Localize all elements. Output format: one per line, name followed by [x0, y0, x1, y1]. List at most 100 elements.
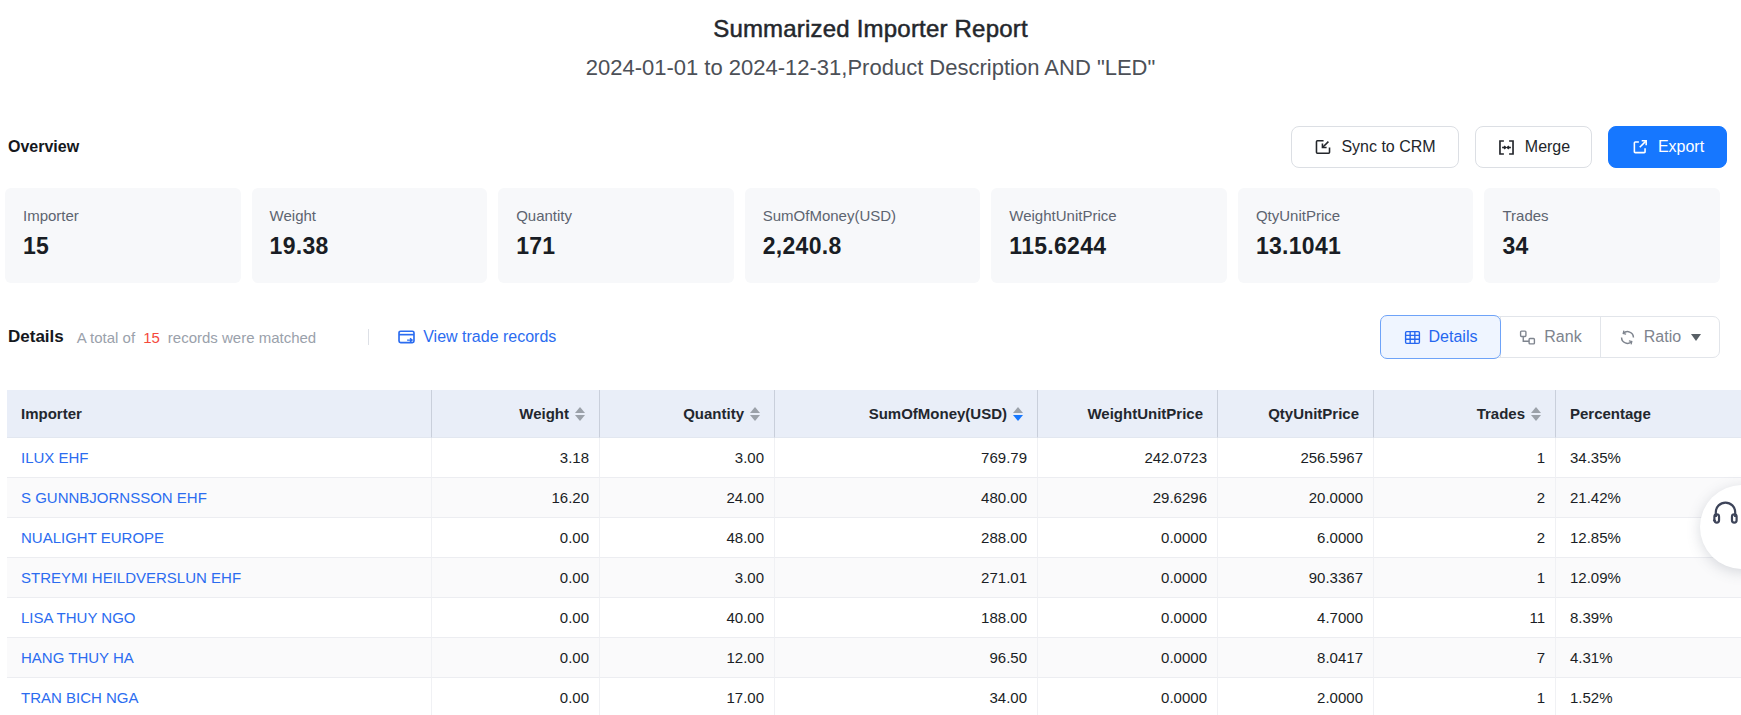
- trade-records-icon: [397, 328, 416, 347]
- cell-importer: LISA THUY NGO: [7, 598, 431, 638]
- stat-label: WeightUnitPrice: [1009, 207, 1209, 224]
- stat-label: Quantity: [516, 207, 716, 224]
- cell-sumofmoney-usd: 288.00: [774, 518, 1037, 558]
- tab-ratio-label: Ratio: [1644, 328, 1681, 346]
- cell-importer: TRAN BICH NGA: [7, 678, 431, 715]
- view-trade-records-link[interactable]: View trade records: [397, 328, 556, 347]
- cell-importer: STREYMI HEILDVERSLUN EHF: [7, 558, 431, 598]
- cell-sumofmoney-usd: 34.00: [774, 678, 1037, 715]
- view-switcher: Details Rank Ratio: [1381, 316, 1720, 358]
- importer-table: ImporterWeightQuantitySumOfMoney(USD)Wei…: [7, 390, 1741, 715]
- overview-heading: Overview: [8, 138, 79, 156]
- column-label: Quantity: [683, 405, 744, 422]
- cell-trades: 2: [1373, 478, 1555, 518]
- stat-card-sumofmoney: SumOfMoney(USD) 2,240.8: [745, 188, 981, 283]
- importer-link[interactable]: STREYMI HEILDVERSLUN EHF: [21, 569, 241, 586]
- page-title: Summarized Importer Report: [0, 15, 1741, 43]
- headset-icon: [1710, 497, 1741, 528]
- column-header-importer: Importer: [7, 390, 431, 438]
- tab-ratio[interactable]: Ratio: [1600, 317, 1719, 357]
- cell-weight: 16.20: [431, 478, 599, 518]
- rank-icon: [1519, 329, 1536, 346]
- importer-link[interactable]: TRAN BICH NGA: [21, 689, 139, 706]
- stat-label: Importer: [23, 207, 223, 224]
- stat-value: 13.1041: [1256, 233, 1456, 260]
- cell-weightunitprice: 0.0000: [1037, 678, 1217, 715]
- column-header-quantity[interactable]: Quantity: [599, 390, 774, 438]
- overview-row: Overview Sync to CRM Merge Export: [8, 126, 1727, 168]
- cell-weightunitprice: 0.0000: [1037, 598, 1217, 638]
- importer-link[interactable]: NUALIGHT EUROPE: [21, 529, 164, 546]
- column-label: Trades: [1477, 405, 1525, 422]
- cell-sumofmoney-usd: 480.00: [774, 478, 1037, 518]
- tab-rank-label: Rank: [1544, 328, 1581, 346]
- column-header-qtyunitprice: QtyUnitPrice: [1217, 390, 1373, 438]
- stat-value: 19.38: [270, 233, 470, 260]
- cell-importer: NUALIGHT EUROPE: [7, 518, 431, 558]
- column-header-sumofmoney-usd[interactable]: SumOfMoney(USD): [774, 390, 1037, 438]
- cell-sumofmoney-usd: 96.50: [774, 638, 1037, 678]
- matched-count: 15: [143, 329, 160, 346]
- cell-qtyunitprice: 2.0000: [1217, 678, 1373, 715]
- column-header-weight[interactable]: Weight: [431, 390, 599, 438]
- stat-card-qtyunitprice: QtyUnitPrice 13.1041: [1238, 188, 1474, 283]
- page-subtitle: 2024-01-01 to 2024-12-31,Product Descrip…: [0, 55, 1741, 81]
- export-label: Export: [1658, 138, 1704, 156]
- stat-value: 171: [516, 233, 716, 260]
- stat-value: 2,240.8: [763, 233, 963, 260]
- cell-trades: 11: [1373, 598, 1555, 638]
- overview-stats: Importer 15 Weight 19.38 Quantity 171 Su…: [5, 188, 1720, 283]
- importer-link[interactable]: HANG THUY HA: [21, 649, 134, 666]
- sync-to-crm-icon: [1314, 138, 1332, 156]
- column-label: Weight: [519, 405, 569, 422]
- cell-weight: 0.00: [431, 518, 599, 558]
- cell-weightunitprice: 29.6296: [1037, 478, 1217, 518]
- cell-weightunitprice: 0.0000: [1037, 558, 1217, 598]
- sort-icon: [575, 407, 585, 421]
- stat-label: Trades: [1502, 207, 1702, 224]
- cell-weight: 3.18: [431, 438, 599, 478]
- export-icon: [1631, 138, 1649, 156]
- column-header-percentage: Percentage: [1555, 390, 1741, 438]
- cell-percentage: 8.39%: [1555, 598, 1741, 638]
- column-label: QtyUnitPrice: [1268, 405, 1359, 422]
- cell-trades: 7: [1373, 638, 1555, 678]
- tab-rank[interactable]: Rank: [1500, 317, 1600, 357]
- cell-weightunitprice: 0.0000: [1037, 518, 1217, 558]
- export-button[interactable]: Export: [1608, 126, 1727, 168]
- stat-card-weight: Weight 19.38: [252, 188, 488, 283]
- cell-percentage: 34.35%: [1555, 438, 1741, 478]
- table-row: TRAN BICH NGA0.0017.0034.000.00002.00001…: [7, 678, 1741, 715]
- cell-percentage: 4.31%: [1555, 638, 1741, 678]
- cell-sumofmoney-usd: 271.01: [774, 558, 1037, 598]
- cell-trades: 2: [1373, 518, 1555, 558]
- tab-details[interactable]: Details: [1381, 316, 1500, 358]
- importer-link[interactable]: ILUX EHF: [21, 449, 89, 466]
- details-heading: Details: [8, 327, 64, 347]
- sync-to-crm-label: Sync to CRM: [1341, 138, 1435, 156]
- stat-card-quantity: Quantity 171: [498, 188, 734, 283]
- details-icon: [1404, 329, 1421, 346]
- cell-weight: 0.00: [431, 598, 599, 638]
- merge-button[interactable]: Merge: [1475, 126, 1592, 168]
- merge-label: Merge: [1525, 138, 1570, 156]
- column-label: Percentage: [1570, 405, 1651, 422]
- cell-sumofmoney-usd: 188.00: [774, 598, 1037, 638]
- stat-card-weightunitprice: WeightUnitPrice 115.6244: [991, 188, 1227, 283]
- importer-link[interactable]: LISA THUY NGO: [21, 609, 136, 626]
- cell-trades: 1: [1373, 438, 1555, 478]
- cell-weightunitprice: 0.0000: [1037, 638, 1217, 678]
- cell-qtyunitprice: 8.0417: [1217, 638, 1373, 678]
- cell-qtyunitprice: 90.3367: [1217, 558, 1373, 598]
- cell-quantity: 48.00: [599, 518, 774, 558]
- cell-trades: 1: [1373, 678, 1555, 715]
- cell-qtyunitprice: 256.5967: [1217, 438, 1373, 478]
- divider: [368, 329, 369, 345]
- cell-qtyunitprice: 4.7000: [1217, 598, 1373, 638]
- view-trade-records-label: View trade records: [423, 328, 556, 346]
- column-header-trades[interactable]: Trades: [1373, 390, 1555, 438]
- importer-link[interactable]: S GUNNBJORNSSON EHF: [21, 489, 207, 506]
- sync-to-crm-button[interactable]: Sync to CRM: [1291, 126, 1459, 168]
- table-row: NUALIGHT EUROPE0.0048.00288.000.00006.00…: [7, 518, 1741, 558]
- cell-weight: 0.00: [431, 558, 599, 598]
